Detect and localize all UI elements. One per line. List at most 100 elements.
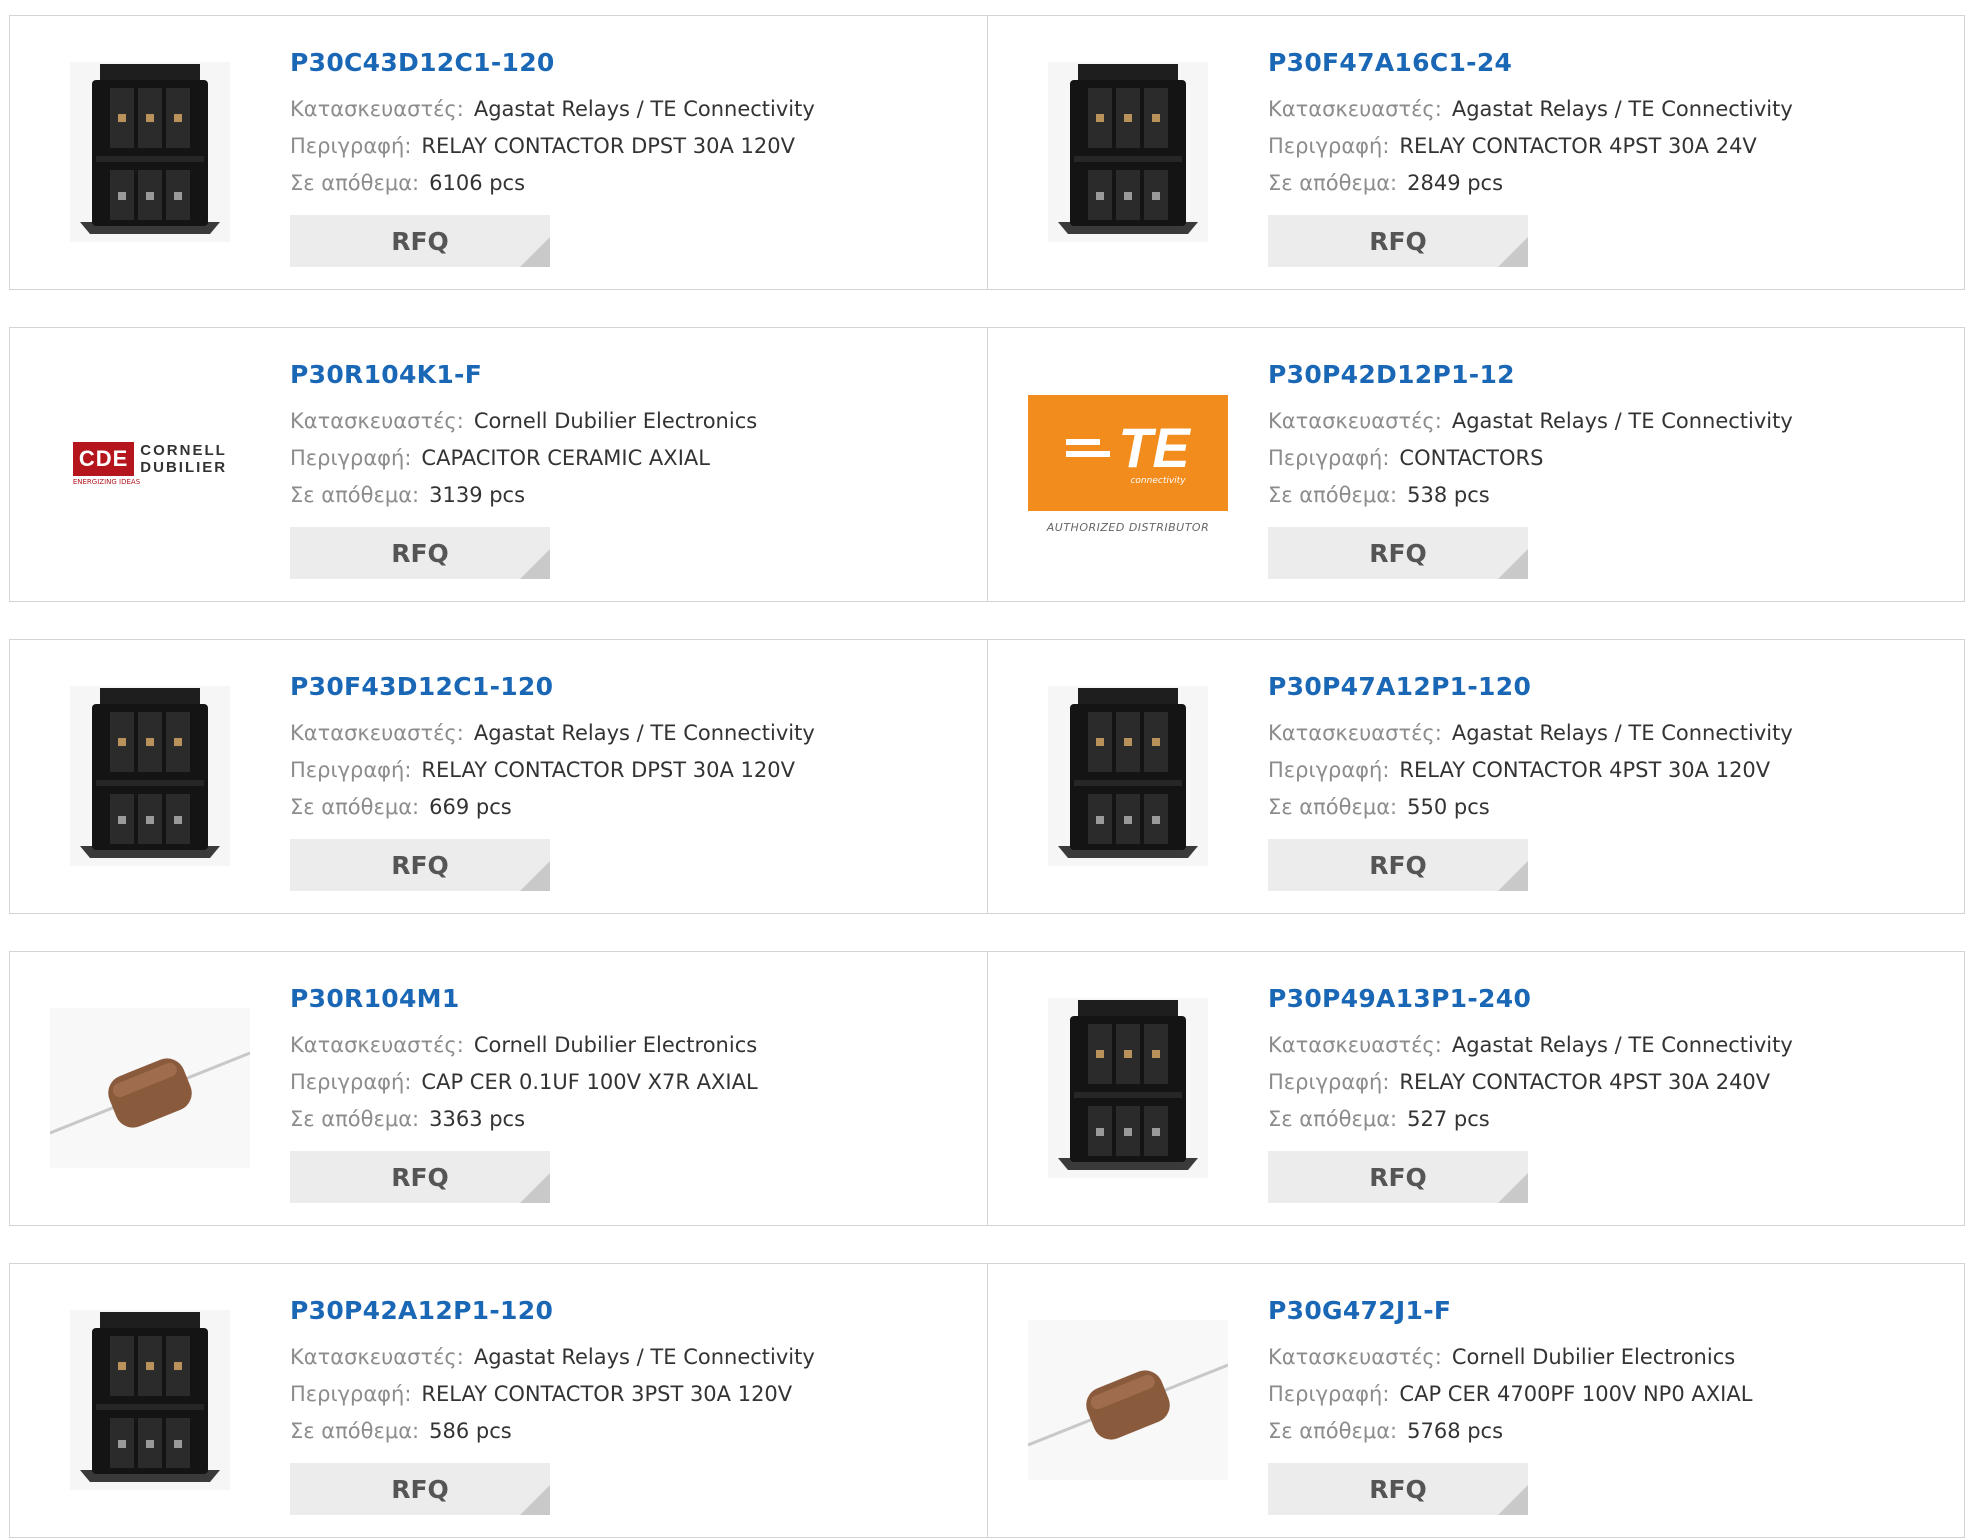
description-row: Περιγραφή: RELAY CONTACTOR 4PST 30A 24V bbox=[1268, 128, 1793, 165]
rfq-button[interactable]: RFQ bbox=[290, 1463, 550, 1515]
stock-value: 6106 pcs bbox=[429, 171, 526, 195]
description-value: RELAY CONTACTOR DPST 30A 120V bbox=[421, 134, 795, 158]
stock-value: 586 pcs bbox=[429, 1419, 512, 1443]
description-row: Περιγραφή: CAP CER 4700PF 100V NP0 AXIAL bbox=[1268, 1376, 1752, 1413]
product-card: P30R104M1 Κατασκευαστές: Cornell Dubilier… bbox=[9, 951, 989, 1226]
description-value: CAPACITOR CERAMIC AXIAL bbox=[421, 446, 710, 470]
cde-logo: CDE CORNELL DUBILIER ENERGIZING IDEAS bbox=[72, 442, 228, 486]
part-number-link[interactable]: P30P42D12P1-12 bbox=[1268, 360, 1793, 389]
description-value: CONTACTORS bbox=[1399, 446, 1544, 470]
contactor-image bbox=[70, 1310, 230, 1490]
part-number-link[interactable]: P30F43D12C1-120 bbox=[290, 672, 815, 701]
description-value: RELAY CONTACTOR 4PST 30A 24V bbox=[1399, 134, 1757, 158]
product-image[interactable] bbox=[50, 1300, 250, 1500]
part-number-link[interactable]: P30P49A13P1-240 bbox=[1268, 984, 1793, 1013]
rfq-button[interactable]: RFQ bbox=[1268, 1463, 1528, 1515]
te-caption: AUTHORIZED DISTRIBUTOR bbox=[1046, 520, 1210, 534]
product-image[interactable]: CDE CORNELL DUBILIER ENERGIZING IDEAS bbox=[50, 364, 250, 564]
manufacturer-label: Κατασκευαστές: bbox=[290, 97, 464, 121]
part-number-link[interactable]: P30R104K1-F bbox=[290, 360, 757, 389]
rfq-label: RFQ bbox=[1369, 538, 1427, 568]
manufacturer-row: Κατασκευαστές: Agastat Relays / TE Connec… bbox=[290, 1339, 815, 1376]
description-label: Περιγραφή: bbox=[290, 1070, 412, 1094]
manufacturer-row: Κατασκευαστές: Agastat Relays / TE Connec… bbox=[1268, 91, 1793, 128]
product-info: P30F47A16C1-24 Κατασκευαστές: Agastat Rel… bbox=[1268, 44, 1793, 267]
manufacturer-value: Agastat Relays / TE Connectivity bbox=[473, 721, 815, 745]
description-row: Περιγραφή: CAP CER 0.1UF 100V X7R AXIAL bbox=[290, 1064, 758, 1101]
manufacturer-value: Cornell Dubilier Electronics bbox=[473, 1033, 758, 1057]
cde-mark: CDE bbox=[72, 442, 135, 476]
product-info: P30C43D12C1-120 Κατασκευαστές: Agastat Re… bbox=[290, 44, 815, 267]
rfq-label: RFQ bbox=[391, 850, 449, 880]
stock-row: Σε απόθεμα: 5768 pcs bbox=[1268, 1413, 1752, 1450]
product-info: P30P42D12P1-12 Κατασκευαστές: Agastat Rel… bbox=[1268, 356, 1793, 579]
rfq-label: RFQ bbox=[1369, 850, 1427, 880]
part-number-link[interactable]: P30R104M1 bbox=[290, 984, 758, 1013]
description-row: Περιγραφή: RELAY CONTACTOR 4PST 30A 240V bbox=[1268, 1064, 1793, 1101]
stock-row: Σε απόθεμα: 538 pcs bbox=[1268, 477, 1793, 514]
rfq-label: RFQ bbox=[1369, 1474, 1427, 1504]
stock-label: Σε απόθεμα: bbox=[290, 1419, 420, 1443]
rfq-button[interactable]: RFQ bbox=[1268, 1151, 1528, 1203]
manufacturer-label: Κατασκευαστές: bbox=[1268, 409, 1442, 433]
contactor-image bbox=[1048, 686, 1208, 866]
product-image[interactable] bbox=[1028, 676, 1228, 876]
te-logo: TE connectivity AUTHORIZED DISTRIBUTOR bbox=[1028, 394, 1228, 534]
contactor-image bbox=[70, 62, 230, 242]
manufacturer-row: Κατασκευαστές: Agastat Relays / TE Connec… bbox=[1268, 403, 1793, 440]
part-number-link[interactable]: P30P47A12P1-120 bbox=[1268, 672, 1793, 701]
product-image[interactable]: TE connectivity AUTHORIZED DISTRIBUTOR bbox=[1028, 364, 1228, 564]
part-number-link[interactable]: P30P42A12P1-120 bbox=[290, 1296, 815, 1325]
manufacturer-row: Κατασκευαστές: Cornell Dubilier Electroni… bbox=[290, 1027, 758, 1064]
description-row: Περιγραφή: RELAY CONTACTOR DPST 30A 120V bbox=[290, 128, 815, 165]
product-image[interactable] bbox=[50, 988, 250, 1188]
description-value: CAP CER 0.1UF 100V X7R AXIAL bbox=[421, 1070, 758, 1094]
rfq-label: RFQ bbox=[391, 1162, 449, 1192]
rfq-button[interactable]: RFQ bbox=[1268, 215, 1528, 267]
manufacturer-value: Agastat Relays / TE Connectivity bbox=[1451, 1033, 1793, 1057]
description-row: Περιγραφή: RELAY CONTACTOR 3PST 30A 120V bbox=[290, 1376, 815, 1413]
rfq-button[interactable]: RFQ bbox=[1268, 839, 1528, 891]
manufacturer-value: Agastat Relays / TE Connectivity bbox=[1451, 721, 1793, 745]
product-image[interactable] bbox=[1028, 52, 1228, 252]
product-card: CDE CORNELL DUBILIER ENERGIZING IDEAS P30R1… bbox=[9, 327, 989, 602]
stock-value: 538 pcs bbox=[1407, 483, 1490, 507]
corner-triangle-icon bbox=[520, 1485, 550, 1515]
description-label: Περιγραφή: bbox=[290, 1382, 412, 1406]
stock-value: 3139 pcs bbox=[429, 483, 526, 507]
product-image[interactable] bbox=[50, 676, 250, 876]
rfq-label: RFQ bbox=[391, 1474, 449, 1504]
corner-triangle-icon bbox=[520, 1173, 550, 1203]
description-label: Περιγραφή: bbox=[1268, 446, 1390, 470]
part-number-link[interactable]: P30C43D12C1-120 bbox=[290, 48, 815, 77]
cde-line2: DUBILIER bbox=[140, 459, 228, 476]
rfq-button[interactable]: RFQ bbox=[290, 215, 550, 267]
stock-value: 5768 pcs bbox=[1407, 1419, 1504, 1443]
stock-label: Σε απόθεμα: bbox=[290, 483, 420, 507]
product-card: P30P42A12P1-120 Κατασκευαστές: Agastat Re… bbox=[9, 1263, 989, 1538]
rfq-button[interactable]: RFQ bbox=[290, 1151, 550, 1203]
stock-label: Σε απόθεμα: bbox=[290, 1107, 420, 1131]
stock-row: Σε απόθεμα: 586 pcs bbox=[290, 1413, 815, 1450]
part-number-link[interactable]: P30G472J1-F bbox=[1268, 1296, 1752, 1325]
manufacturer-row: Κατασκευαστές: Agastat Relays / TE Connec… bbox=[290, 715, 815, 752]
description-row: Περιγραφή: RELAY CONTACTOR DPST 30A 120V bbox=[290, 752, 815, 789]
manufacturer-value: Cornell Dubilier Electronics bbox=[1451, 1345, 1736, 1369]
product-image[interactable] bbox=[1028, 988, 1228, 1188]
product-image[interactable] bbox=[50, 52, 250, 252]
stock-label: Σε απόθεμα: bbox=[1268, 1419, 1398, 1443]
stock-row: Σε απόθεμα: 527 pcs bbox=[1268, 1101, 1793, 1138]
stock-row: Σε απόθεμα: 550 pcs bbox=[1268, 789, 1793, 826]
product-info: P30R104M1 Κατασκευαστές: Cornell Dubilier… bbox=[290, 980, 758, 1203]
corner-triangle-icon bbox=[1498, 861, 1528, 891]
rfq-button[interactable]: RFQ bbox=[290, 527, 550, 579]
product-image[interactable] bbox=[1028, 1300, 1228, 1500]
part-number-link[interactable]: P30F47A16C1-24 bbox=[1268, 48, 1793, 77]
rfq-button[interactable]: RFQ bbox=[1268, 527, 1528, 579]
rfq-button[interactable]: RFQ bbox=[290, 839, 550, 891]
manufacturer-value: Agastat Relays / TE Connectivity bbox=[473, 97, 815, 121]
description-value: RELAY CONTACTOR 3PST 30A 120V bbox=[421, 1382, 793, 1406]
description-label: Περιγραφή: bbox=[290, 758, 412, 782]
description-value: CAP CER 4700PF 100V NP0 AXIAL bbox=[1399, 1382, 1753, 1406]
corner-triangle-icon bbox=[1498, 549, 1528, 579]
